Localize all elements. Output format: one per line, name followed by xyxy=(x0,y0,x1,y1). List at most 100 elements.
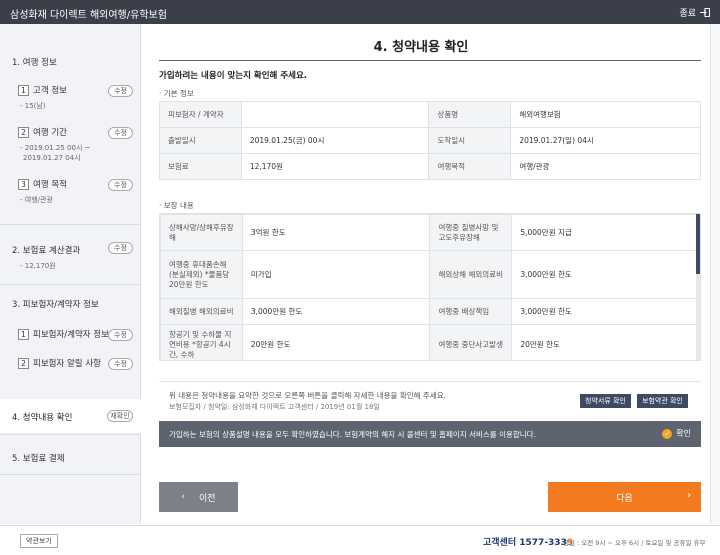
chevron-left-icon: ‹ xyxy=(181,492,186,502)
check-icon: ✓ xyxy=(662,428,673,439)
step-number: 2 xyxy=(18,357,29,369)
table-cell: 3억원 한도 xyxy=(241,214,431,251)
title-bar: 삼성화재 다이렉트 해외여행/유학보험 종료 xyxy=(0,0,720,24)
terms-button[interactable]: 약관보기 xyxy=(20,534,58,548)
cc-label: 고객센터 xyxy=(483,538,517,548)
edit-disclosure-button[interactable]: 수정 xyxy=(108,358,133,370)
divider xyxy=(0,434,141,435)
sidebar-section-title: 1. 여행 정보 xyxy=(12,58,57,68)
page-title: 4. 청약내용 확인 xyxy=(373,40,469,55)
edit-insured-button[interactable]: 수정 xyxy=(108,329,133,341)
table-row: 여행중 휴대품손해 (분실제외) *물품당 20만원 한도 미가입 해외상해 해외의… xyxy=(160,250,700,299)
agree-checkbox[interactable]: ✓ 확인 xyxy=(662,428,691,439)
exit-icon xyxy=(700,8,710,17)
sidebar: 1. 여행 정보 1 고객 정보 수정 - 15(남) 2 여행 기간 수정 -… xyxy=(0,24,141,524)
table-header-cell: 보험료 xyxy=(159,153,242,180)
divider xyxy=(0,474,141,475)
table-cell: 3,000만원 한도 xyxy=(511,250,700,299)
table-row: 출발일시 2019.01.25(금) 00시 도착일시 2019.01.27(일) 0… xyxy=(159,127,701,154)
sidebar-step-insured-info[interactable]: 1 피보험자/계약자 정보 xyxy=(18,328,109,340)
prev-label: 이전 xyxy=(199,493,216,504)
coverage-table-scroll[interactable]: 상해사망/상해후유장해 3억원 한도 여행중 질병사망 및 고도후유장해 5,000만… xyxy=(159,213,701,361)
table-cell: 3,000만원 한도 xyxy=(241,298,431,325)
sidebar-section-travel-info: 1. 여행 정보 1 고객 정보 수정 - 15(남) 2 여행 기간 수정 -… xyxy=(0,24,141,225)
table-cell: 해외여행보험 xyxy=(510,101,701,128)
table-header-cell: 항공기 및 수하물 지연비용 *항공기 4시간, 수하 xyxy=(160,324,243,360)
sidebar-step-period[interactable]: 2 여행 기간 xyxy=(18,126,67,138)
table-cell: 미가입 xyxy=(241,250,431,299)
step-value: - 여행/관광 xyxy=(20,196,53,204)
prev-button[interactable]: ‹ 이전 xyxy=(159,482,238,512)
sidebar-section-title: 4. 청약내용 확인 xyxy=(12,413,73,423)
table-header-cell: 여행중 질병사망 및 고도후유장해 xyxy=(429,214,513,251)
customer-center: 고객센터 1577-3339 xyxy=(483,535,573,548)
business-hours: 평일 : 오전 9시 ~ 오후 6시 / 토요일 및 공휴일 휴무 xyxy=(563,539,706,547)
table-header-cell: 여행중 휴대품손해 (분실제외) *물품당 20만원 한도 xyxy=(160,250,243,299)
reconfirm-badge[interactable]: 재확인 xyxy=(107,410,133,422)
step-label: 피보험자 알릴 사항 xyxy=(33,359,101,369)
table-header-cell: 도착일시 xyxy=(428,127,512,154)
step-value: - 2019.01.25 00시 ~ xyxy=(20,144,91,152)
sidebar-section-insured: 3. 피보험자/계약자 정보 1 피보험자/계약자 정보 수정 2 피보험자 알… xyxy=(0,284,141,400)
table-row: 항공기 및 수하물 지연비용 *항공기 4시간, 수하 20만원 한도 여행중 중단… xyxy=(160,324,700,360)
sidebar-step-disclosure[interactable]: 2 피보험자 알릴 사항 xyxy=(18,357,101,369)
sidebar-section-title: 2. 보험료 계산결과 xyxy=(12,246,81,256)
coverage-label: 보장 내용 xyxy=(159,200,194,211)
edit-purpose-button[interactable]: 수정 xyxy=(108,179,133,191)
table-header-cell: 해외상해 해외의료비 xyxy=(429,250,513,299)
table-cell: 3,000만원 한도 xyxy=(511,298,700,325)
step-label: 여행 기간 xyxy=(33,128,67,138)
table-row: 상해사망/상해후유장해 3억원 한도 여행중 질병사망 및 고도후유장해 5,000만… xyxy=(160,214,700,251)
sidebar-step-purpose[interactable]: 3 여행 목적 xyxy=(18,178,67,190)
step-number: 1 xyxy=(18,328,29,340)
step-label: 여행 목적 xyxy=(33,180,67,190)
application-docs-button[interactable]: 청약서류 확인 xyxy=(580,394,631,408)
scrollbar-thumb[interactable] xyxy=(696,214,700,274)
sidebar-section-title: 3. 피보험자/계약자 정보 xyxy=(12,300,99,310)
chevron-right-icon: › xyxy=(687,490,691,501)
sidebar-section-confirm-active[interactable]: 4. 청약내용 확인 재확인 xyxy=(0,399,141,433)
table-cell: 여행/관광 xyxy=(510,153,701,180)
edit-period-button[interactable]: 수정 xyxy=(108,127,133,139)
table-cell: 2019.01.27(일) 04시 xyxy=(510,127,701,154)
window-title: 삼성화재 다이렉트 해외여행/유학보험 xyxy=(10,10,167,21)
table-header-cell: 출발일시 xyxy=(159,127,242,154)
sidebar-section-premium: 2. 보험료 계산결과 수정 - 12,170원 xyxy=(0,224,141,285)
sidebar-section-title: 5. 보험료 결제 xyxy=(12,454,65,464)
table-cell: 12,170원 xyxy=(240,153,430,180)
next-label: 다음 xyxy=(616,494,633,504)
close-label: 종료 xyxy=(679,9,696,19)
table-header-cell: 여행목적 xyxy=(428,153,512,180)
edit-premium-button[interactable]: 수정 xyxy=(108,242,133,254)
confirm-question: 가입하려는 내용이 맞는지 확인해 주세요. xyxy=(159,71,308,81)
table-cell: 20만원 한도 xyxy=(241,324,431,360)
table-cell xyxy=(240,101,430,128)
table-header-cell: 여행중 배상책임 xyxy=(429,298,513,325)
sidebar-step-customer[interactable]: 1 고객 정보 xyxy=(18,84,67,96)
coverage-table: 상해사망/상해후유장해 3억원 한도 여행중 질병사망 및 고도후유장해 5,000만… xyxy=(160,214,700,360)
close-button[interactable]: 종료 xyxy=(679,6,710,19)
policy-terms-button[interactable]: 보험약관 확인 xyxy=(637,394,688,408)
table-cell: 5,000만원 지급 xyxy=(511,214,700,251)
table-row: 보험료 12,170원 여행목적 여행/관광 xyxy=(159,153,701,180)
agree-label: 확인 xyxy=(676,429,691,438)
table-row: 해외질병 해외의료비 3,000만원 한도 여행중 배상책임 3,000만원 한도 xyxy=(160,298,700,325)
notice-subtext: 보험모집자 / 청약일: 삼성화재 다이렉트 고객센터 / 2019년 01월 … xyxy=(169,403,380,411)
agreement-bar: 가입하는 보험의 상품설명 내용을 모두 확인하였습니다. 보험계약의 해지 시… xyxy=(159,421,701,447)
table-header-cell: 여행중 중단사고발생 xyxy=(429,324,513,360)
notice-text: 위 내용은 청약내용을 요약한 것으로 오른쪽 버튼을 클릭해 자세한 내용을 … xyxy=(169,391,447,400)
summary-notice: 위 내용은 청약내용을 요약한 것으로 오른쪽 버튼을 클릭해 자세한 내용을 … xyxy=(159,381,701,421)
page-scrollbar[interactable] xyxy=(710,24,720,524)
scrollbar[interactable] xyxy=(696,214,700,360)
sidebar-section-payment: 5. 보험료 결제 xyxy=(0,434,141,475)
step-value: 2019.01.27 04시 xyxy=(23,154,81,162)
cc-number: 1577-333 xyxy=(519,538,567,548)
basic-info-label: 기본 정보 xyxy=(159,88,194,99)
table-cell: 20만원 한도 xyxy=(511,324,700,360)
next-button[interactable]: 다음 › xyxy=(548,482,701,512)
edit-customer-button[interactable]: 수정 xyxy=(108,85,133,97)
step-value: - 15(남) xyxy=(20,102,46,110)
table-header-cell: 상품명 xyxy=(428,101,512,128)
divider xyxy=(159,60,701,61)
footer: 약관보기 고객센터 1577-3339 평일 : 오전 9시 ~ 오후 6시 /… xyxy=(0,525,720,555)
